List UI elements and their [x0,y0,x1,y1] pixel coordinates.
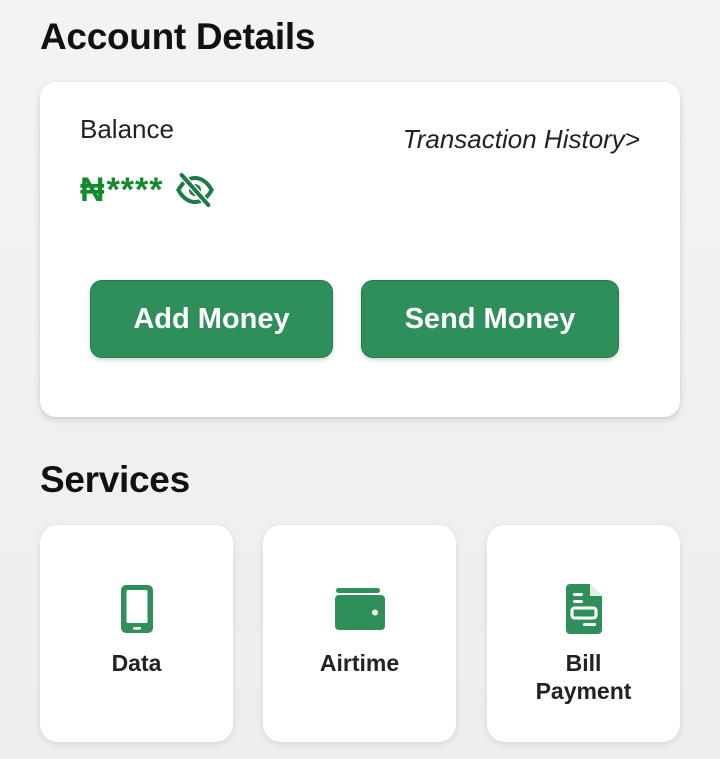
bill-icon [556,583,612,635]
page: Account Details Balance Transaction Hist… [0,0,720,759]
service-airtime-label: Airtime [319,650,400,676]
send-money-button[interactable]: Send Money [361,280,619,358]
bill-label-line1: Bill [565,650,602,676]
bill-label-line2: Payment [535,678,632,704]
service-airtime-card[interactable]: Airtime [263,525,456,742]
transaction-history-link[interactable]: Transaction History> [403,124,640,155]
add-money-button[interactable]: Add Money [90,280,333,358]
service-bill-payment-card[interactable]: Bill Payment [487,525,680,742]
account-card: Balance Transaction History> ₦ **** Add … [40,82,680,417]
balance-value: **** [106,171,164,209]
balance-row: ₦ **** [80,170,216,210]
eye-off-icon[interactable] [174,170,216,210]
service-data-card[interactable]: Data [40,525,233,742]
currency-symbol: ₦ [80,171,105,209]
phone-icon [109,583,165,635]
services-title: Services [40,459,190,500]
account-details-title: Account Details [40,16,316,57]
wallet-icon [332,583,388,635]
service-bill-payment-label: Bill Payment [487,649,680,705]
service-data-label: Data [111,650,162,676]
balance-label: Balance [80,114,174,144]
